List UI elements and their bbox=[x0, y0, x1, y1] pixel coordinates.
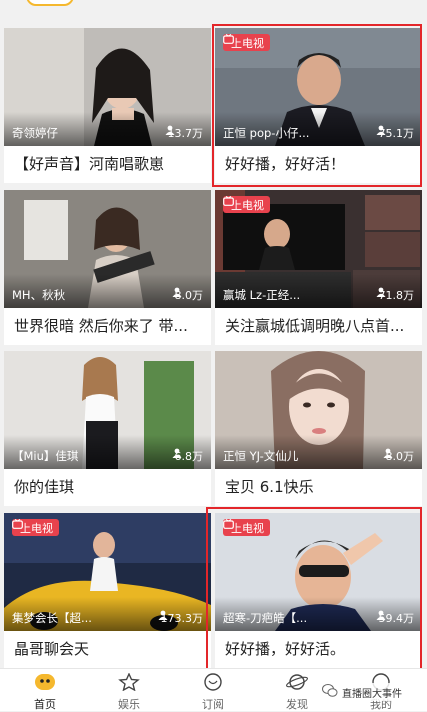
stream-title: 宝贝 6.1快乐 bbox=[225, 478, 314, 496]
stream-card[interactable]: 【Miu】佳琪 6.8万 你的佳琪 bbox=[4, 351, 211, 506]
nav-subscribe[interactable]: 订阅 bbox=[178, 673, 248, 712]
streamer-name: 正恒 pop-小仔... bbox=[223, 126, 310, 140]
wechat-icon bbox=[322, 684, 338, 700]
stream-title: 晶哥聊会天 bbox=[14, 640, 90, 658]
on-tv-badge: 上电视 bbox=[223, 519, 270, 536]
stream-card[interactable]: 正恒 YJ-文仙儿 8.0万 宝贝 6.1快乐 bbox=[215, 351, 422, 506]
streamer-name: MH、秋秋 bbox=[12, 288, 66, 302]
viewer-count: 8.0万 bbox=[172, 287, 203, 303]
streamer-name: 【Miu】佳琪 bbox=[12, 449, 79, 463]
stream-card[interactable]: 上电视 赢城 Lz-正经... 71.8万 关注赢城低调明晚八点首... bbox=[215, 190, 422, 345]
viewer-count: 59.4万 bbox=[376, 610, 414, 626]
viewer-count: 8.0万 bbox=[383, 448, 414, 464]
stream-title: 世界很暗 然后你来了 带... bbox=[14, 317, 188, 335]
streamer-name: 奇领婷仔 bbox=[12, 126, 58, 140]
streamer-name: 集梦会长【超... bbox=[12, 611, 92, 625]
stream-thumbnail: 奇领婷仔 13.7万 bbox=[4, 28, 211, 146]
stream-title: 【好声音】河南唱歌崽 bbox=[14, 155, 165, 173]
streamer-name: 赢城 Lz-正经... bbox=[223, 288, 301, 302]
stream-grid: 奇领婷仔 13.7万 【好声音】河南唱歌崽 上电视 正恒 pop-小仔... 7… bbox=[0, 0, 427, 673]
stream-card[interactable]: MH、秋秋 8.0万 世界很暗 然后你来了 带... bbox=[4, 190, 211, 345]
badge-text: 上电视 bbox=[231, 521, 264, 535]
badge-text: 上电视 bbox=[20, 521, 53, 535]
nav-home[interactable]: 首页 bbox=[10, 673, 80, 712]
viewer-count: 75.1万 bbox=[376, 125, 414, 141]
viewer-count: 71.8万 bbox=[376, 287, 414, 303]
badge-text: 上电视 bbox=[231, 198, 264, 212]
watermark-text: 直播圈大事件 bbox=[342, 688, 402, 700]
streamer-name: 正恒 YJ-文仙儿 bbox=[223, 449, 299, 463]
on-tv-badge: 上电视 bbox=[223, 196, 270, 213]
heart-icon bbox=[178, 673, 248, 694]
nav-entertainment[interactable]: 娱乐 bbox=[94, 672, 164, 712]
viewer-count: 6.8万 bbox=[172, 448, 203, 464]
top-button-partial[interactable] bbox=[26, 0, 74, 6]
star-icon bbox=[94, 672, 164, 694]
on-tv-badge: 上电视 bbox=[223, 34, 270, 51]
stream-thumbnail: 上电视 集梦会长【超... 173.3万 bbox=[4, 513, 211, 631]
stream-thumbnail: 上电视 超寒-刀疤皓【... 59.4万 bbox=[215, 513, 422, 631]
stream-card[interactable]: 上电视 集梦会长【超... 173.3万 晶哥聊会天 bbox=[4, 513, 211, 668]
stream-card[interactable]: 上电视 正恒 pop-小仔... 75.1万 好好播，好好活！ bbox=[215, 28, 422, 183]
badge-text: 上电视 bbox=[231, 36, 264, 50]
viewer-count: 173.3万 bbox=[158, 610, 203, 626]
viewer-count: 13.7万 bbox=[165, 125, 203, 141]
stream-card[interactable]: 上电视 超寒-刀疤皓【... 59.4万 好好播，好好活。 bbox=[215, 513, 422, 668]
stream-thumbnail: MH、秋秋 8.0万 bbox=[4, 190, 211, 308]
stream-title: 你的佳琪 bbox=[14, 478, 75, 496]
home-icon bbox=[10, 673, 80, 694]
stream-title: 关注赢城低调明晚八点首... bbox=[225, 317, 405, 335]
stream-thumbnail: 上电视 正恒 pop-小仔... 75.1万 bbox=[215, 28, 422, 146]
stream-title: 好好播，好好活。 bbox=[225, 640, 346, 658]
watermark: 直播圈大事件 bbox=[318, 683, 406, 701]
stream-card[interactable]: 奇领婷仔 13.7万 【好声音】河南唱歌崽 bbox=[4, 28, 211, 183]
on-tv-badge: 上电视 bbox=[12, 519, 59, 536]
stream-title: 好好播，好好活！ bbox=[225, 155, 346, 173]
streamer-name: 超寒-刀疤皓【... bbox=[223, 611, 308, 625]
stream-thumbnail: 【Miu】佳琪 6.8万 bbox=[4, 351, 211, 469]
stream-thumbnail: 正恒 YJ-文仙儿 8.0万 bbox=[215, 351, 422, 469]
stream-thumbnail: 上电视 赢城 Lz-正经... 71.8万 bbox=[215, 190, 422, 308]
